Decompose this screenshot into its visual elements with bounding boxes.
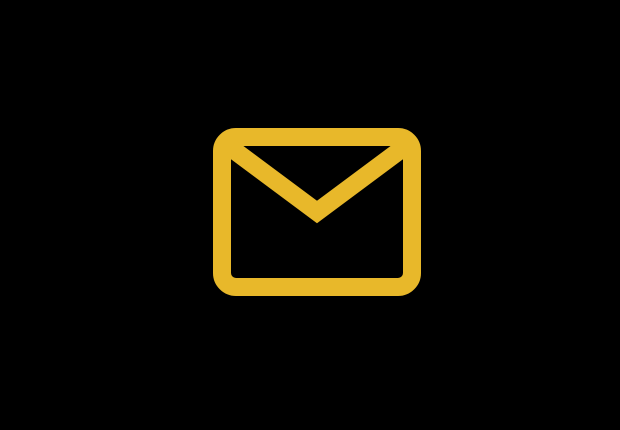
mail-icon (213, 128, 421, 296)
canvas (0, 0, 620, 430)
envelope-flap (225, 140, 409, 224)
